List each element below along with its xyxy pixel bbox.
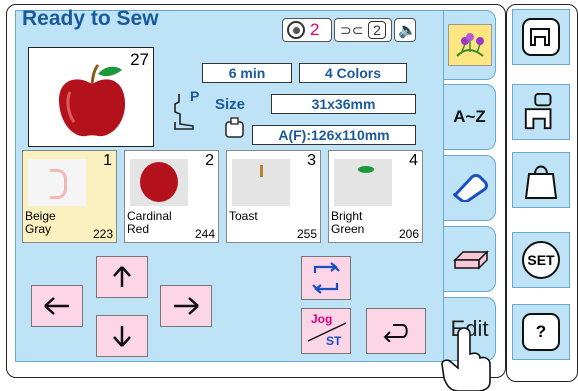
embroidery-mode-button[interactable] (512, 84, 570, 140)
design-size: 31x36mm (271, 94, 416, 114)
jog-label: Jog (311, 312, 333, 326)
thread-code: 255 (296, 227, 317, 241)
move-up-button[interactable] (96, 256, 148, 298)
thread-index: 3 (307, 152, 316, 169)
speaker-icon: 🔈 (398, 22, 417, 39)
help-label: ? (522, 313, 560, 351)
sewing-machine-icon (522, 18, 560, 56)
arrow-up-icon (113, 266, 131, 287)
thread-code: 223 (92, 227, 113, 241)
arrow-left-icon (44, 297, 69, 315)
arrow-right-icon (174, 297, 199, 315)
pattern-block-icon (452, 250, 489, 270)
rotate-icon (312, 262, 340, 294)
font-tab-label: A~Z (453, 107, 486, 126)
thread-swatch (334, 159, 392, 206)
eraser-icon (452, 174, 488, 202)
move-left-button[interactable] (31, 285, 83, 327)
presser-foot-code: P (190, 88, 200, 104)
bobbin-icon: ⊃⊂ (340, 22, 364, 38)
tab-pattern[interactable] (443, 226, 496, 292)
thread-color-1[interactable]: 1 Beige Gray 223 (22, 150, 117, 243)
stitch-label: ST (326, 334, 342, 348)
settings-button[interactable]: SET (512, 232, 570, 288)
apple-design-icon (58, 64, 126, 137)
thread-index: 4 (409, 152, 418, 169)
thread-name: Toast (229, 209, 258, 223)
set-label: SET (522, 241, 560, 279)
hoop-icon (225, 117, 244, 138)
stitch-number: 27 (130, 50, 149, 69)
design-preview: 27 (28, 47, 154, 147)
help-button[interactable]: ? (512, 304, 570, 360)
thread-code: 206 (398, 227, 419, 241)
pattern-select-button[interactable] (512, 152, 570, 208)
spool-status: 2 (282, 18, 332, 42)
embroidery-machine-icon (522, 92, 560, 131)
tab-font[interactable]: A~Z (443, 84, 496, 150)
thread-swatch (130, 159, 188, 206)
tab-embroidery[interactable] (443, 10, 496, 80)
thread-index: 2 (205, 152, 214, 169)
pointer-hand-icon (441, 327, 491, 391)
move-right-button[interactable] (160, 285, 212, 327)
bobbin-status: ⊃⊂ 2 (334, 18, 392, 42)
thread-color-4[interactable]: 4 Bright Green 206 (328, 150, 423, 243)
hoop-size: A(F):126x110mm (252, 125, 416, 145)
sew-time: 6 min (202, 63, 292, 83)
move-down-button[interactable] (96, 315, 148, 357)
return-button[interactable] (366, 308, 426, 354)
sound-status: 🔈 (394, 18, 417, 42)
spool-count: 2 (310, 20, 320, 39)
rotate-button[interactable] (301, 256, 351, 300)
thread-name: Beige Gray (25, 209, 56, 236)
return-icon (383, 324, 408, 342)
thread-swatch (232, 159, 290, 206)
bag-icon (522, 161, 560, 199)
thread-index: 1 (103, 152, 112, 169)
thread-code: 244 (194, 227, 215, 241)
thread-color-2[interactable]: 2 Cardinal Red 244 (124, 150, 219, 243)
arrow-down-icon (113, 326, 131, 347)
thread-name: Bright Green (331, 209, 365, 236)
spool-icon (287, 21, 305, 39)
tab-eraser[interactable] (443, 155, 496, 221)
thread-swatch (28, 159, 86, 206)
flower-icon (447, 24, 492, 66)
thread-name: Cardinal Red (127, 209, 172, 236)
sewing-mode-button[interactable] (512, 9, 570, 65)
bobbin-count: 2 (368, 21, 386, 39)
color-count: 4 Colors (299, 63, 407, 83)
jog-stitch-button[interactable]: Jog ST (301, 308, 351, 354)
page-title: Ready to Sew (22, 7, 159, 30)
size-label: Size (215, 96, 246, 113)
thread-color-3[interactable]: 3 Toast 255 (226, 150, 321, 243)
